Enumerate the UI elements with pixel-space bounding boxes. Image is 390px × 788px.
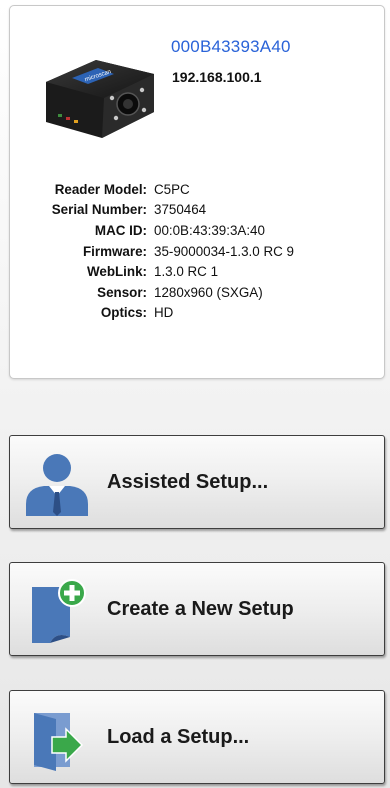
detail-value: 1280x960 (SXGA)	[154, 284, 263, 300]
barcode-reader-image: microscan	[46, 60, 154, 138]
detail-row-firmware: Firmware: 35-9000034-1.3.0 RC 9	[10, 241, 384, 262]
device-name-link[interactable]: 000B43393A40	[171, 37, 291, 57]
detail-row-reader-model: Reader Model: C5PC	[10, 179, 384, 200]
detail-label: Reader Model:	[54, 181, 147, 197]
device-ip-address: 192.168.100.1	[172, 69, 262, 85]
detail-row-weblink: WebLink: 1.3.0 RC 1	[10, 261, 384, 282]
detail-label: Serial Number:	[51, 202, 147, 218]
detail-value: 1.3.0 RC 1	[154, 264, 219, 280]
detail-label: WebLink:	[86, 264, 147, 280]
user-icon	[26, 454, 88, 516]
assisted-setup-button[interactable]: Assisted Setup...	[9, 435, 385, 529]
detail-row-serial-number: Serial Number: 3750464	[10, 200, 384, 221]
detail-value: C5PC	[154, 181, 190, 197]
detail-row-mac-id: MAC ID: 00:0B:43:39:3A:40	[10, 220, 384, 241]
new-document-icon	[32, 579, 86, 643]
create-new-setup-label: Create a New Setup	[107, 597, 294, 620]
assisted-setup-label: Assisted Setup...	[107, 470, 269, 493]
detail-label: Firmware:	[83, 243, 147, 259]
create-new-setup-button[interactable]: Create a New Setup	[9, 562, 385, 656]
detail-label: Sensor:	[97, 284, 147, 300]
open-folder-icon	[34, 713, 84, 771]
device-details: Reader Model: C5PC Serial Number: 375046…	[10, 179, 384, 323]
detail-row-optics: Optics: HD	[10, 303, 384, 324]
load-setup-button[interactable]: Load a Setup...	[9, 690, 385, 784]
load-setup-label: Load a Setup...	[107, 725, 250, 748]
detail-value: HD	[154, 305, 174, 321]
detail-row-sensor: Sensor: 1280x960 (SXGA)	[10, 282, 384, 303]
device-info-card: microscan 000B43393A40 192.168.100.1 Rea…	[9, 5, 385, 379]
detail-label: MAC ID:	[94, 222, 147, 238]
detail-value: 3750464	[154, 202, 207, 218]
detail-value: 35-9000034-1.3.0 RC 9	[154, 243, 294, 259]
detail-value: 00:0B:43:39:3A:40	[154, 222, 265, 238]
detail-label: Optics:	[100, 305, 147, 321]
